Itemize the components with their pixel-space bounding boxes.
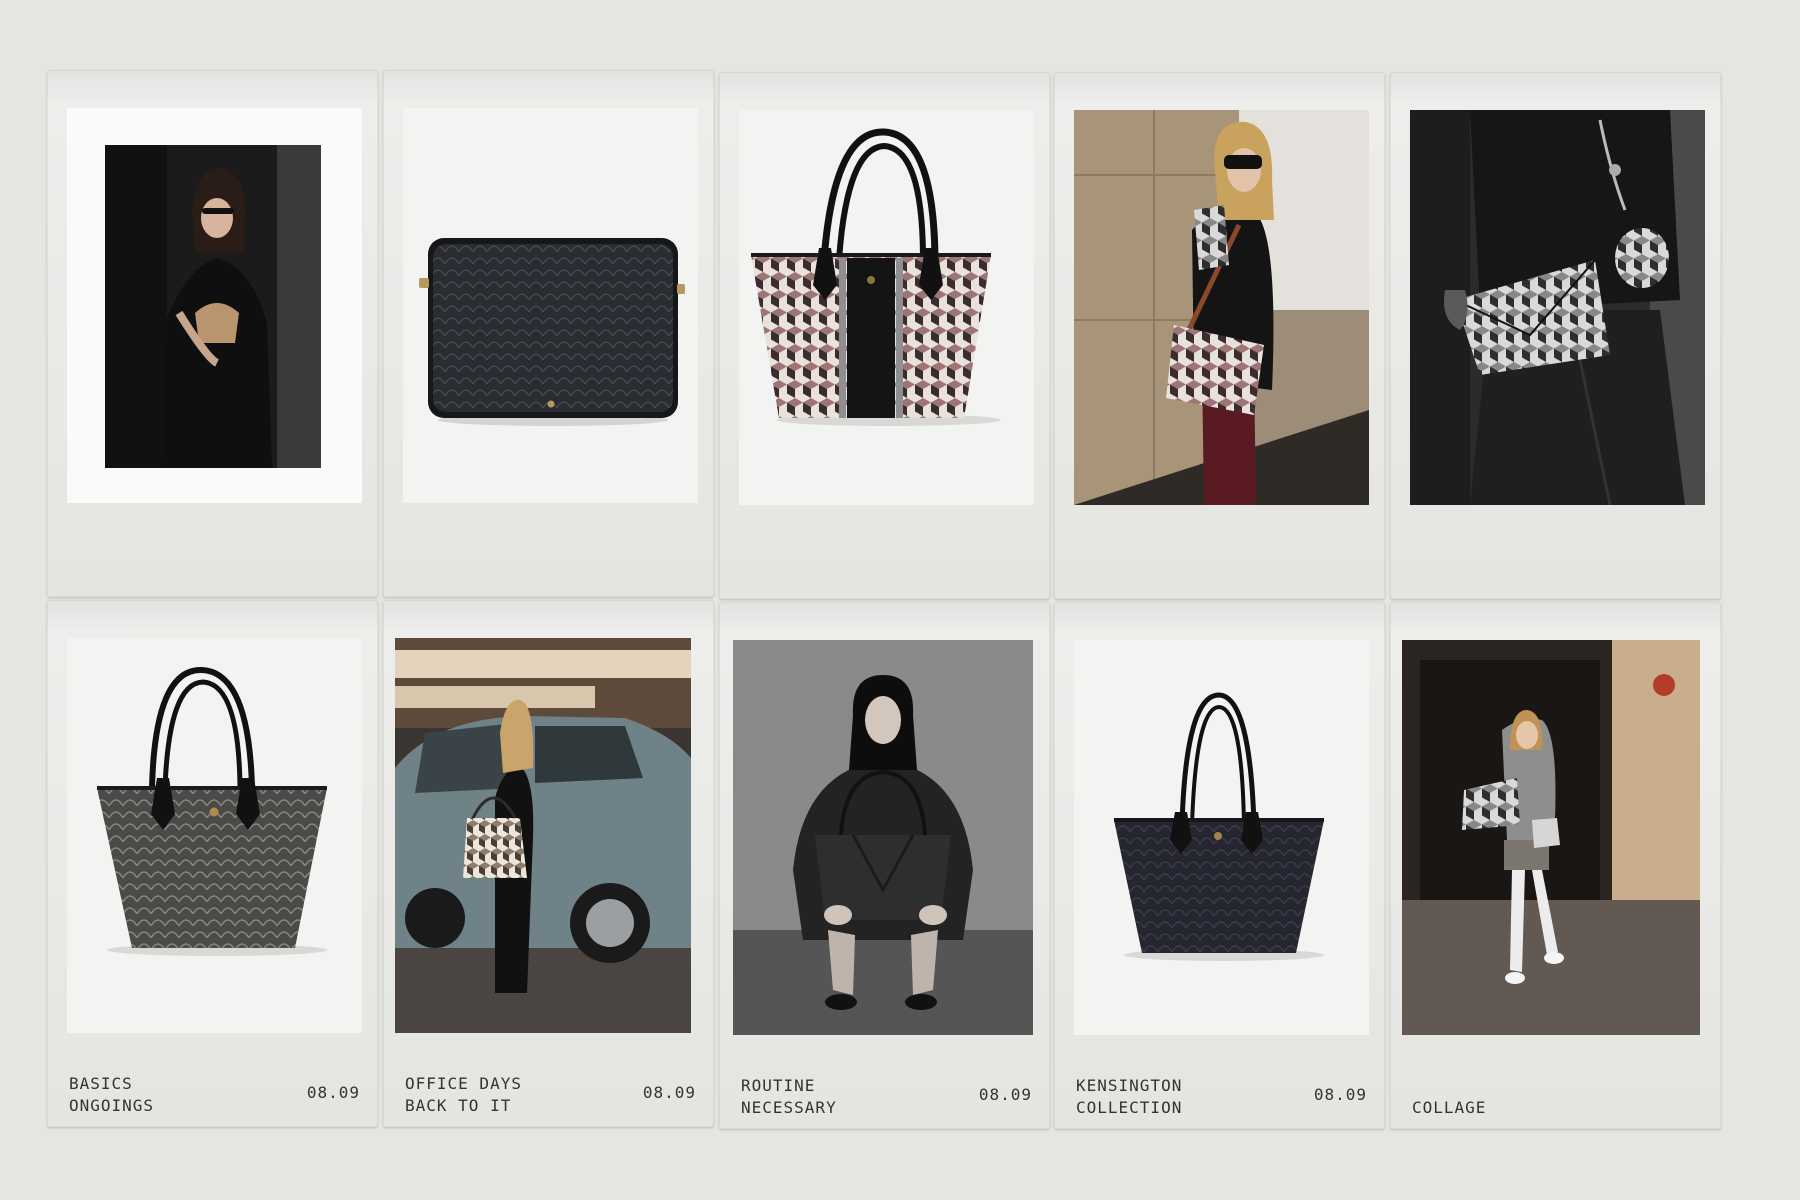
black-laptop-case-photo[interactable] bbox=[403, 108, 698, 503]
monochrome-clutch-photo[interactable] bbox=[1410, 110, 1705, 505]
caption-line-2: COLLECTION bbox=[1076, 1098, 1183, 1117]
caption-line-1: COLLAGE bbox=[1412, 1098, 1487, 1117]
card-caption: OFFICE DAYS BACK TO IT 08.09 bbox=[405, 1073, 696, 1117]
caption-line-2: NECESSARY bbox=[741, 1098, 837, 1117]
caption-title: COLLAGE bbox=[1412, 1097, 1486, 1119]
card-caption: BASICS ONGOINGS 08.09 bbox=[69, 1073, 360, 1117]
grey-tote-bag-photo[interactable] bbox=[67, 638, 362, 1033]
polaroid-card[interactable]: BASICS ONGOINGS 08.09 bbox=[47, 600, 378, 1127]
caption-title: ROUTINE NECESSARY bbox=[741, 1075, 837, 1119]
woman-walking-street-photo[interactable] bbox=[1402, 640, 1700, 1035]
woman-crouching-with-tote-photo[interactable] bbox=[733, 640, 1033, 1035]
card-caption bbox=[1076, 580, 1367, 589]
polaroid-card[interactable] bbox=[719, 72, 1050, 599]
caption-line-1: OFFICE DAYS bbox=[405, 1074, 522, 1093]
caption-date: 08.09 bbox=[306, 1083, 360, 1102]
woman-with-tan-bag-photo[interactable] bbox=[67, 108, 362, 503]
polaroid-card[interactable]: KENSINGTON COLLECTION 08.09 bbox=[1054, 602, 1385, 1129]
caption-date: 08.09 bbox=[1313, 1085, 1367, 1104]
card-caption bbox=[1412, 580, 1703, 589]
card-caption bbox=[741, 580, 1032, 589]
polaroid-card[interactable]: OFFICE DAYS BACK TO IT 08.09 bbox=[383, 600, 714, 1127]
woman-at-car-photo[interactable] bbox=[395, 638, 691, 1033]
caption-line-1: BASICS bbox=[69, 1074, 133, 1093]
caption-title: KENSINGTON COLLECTION bbox=[1076, 1075, 1182, 1119]
polaroid-card[interactable]: COLLAGE bbox=[1390, 602, 1721, 1129]
caption-line-1: KENSINGTON bbox=[1076, 1076, 1183, 1095]
caption-date: 08.09 bbox=[642, 1083, 696, 1102]
card-caption bbox=[69, 578, 360, 587]
caption-line-1: ROUTINE bbox=[741, 1076, 816, 1095]
polaroid-card[interactable] bbox=[1390, 72, 1721, 599]
navy-tote-bag-photo[interactable] bbox=[1074, 640, 1369, 1035]
striped-tote-bag-photo[interactable] bbox=[739, 110, 1034, 505]
woman-with-crossbody-bag-photo[interactable] bbox=[1074, 110, 1369, 505]
card-caption: COLLAGE bbox=[1412, 1097, 1703, 1119]
polaroid-card[interactable] bbox=[383, 70, 714, 597]
polaroid-card[interactable]: ROUTINE NECESSARY 08.09 bbox=[719, 602, 1050, 1129]
polaroid-card[interactable] bbox=[47, 70, 378, 597]
caption-title: BASICS ONGOINGS bbox=[69, 1073, 154, 1117]
polaroid-card[interactable] bbox=[1054, 72, 1385, 599]
card-caption bbox=[405, 578, 696, 587]
caption-date: 08.09 bbox=[978, 1085, 1032, 1104]
caption-line-2: BACK TO IT bbox=[405, 1096, 512, 1115]
card-caption: ROUTINE NECESSARY 08.09 bbox=[741, 1075, 1032, 1119]
caption-line-2: ONGOINGS bbox=[69, 1096, 155, 1115]
caption-title: OFFICE DAYS BACK TO IT bbox=[405, 1073, 522, 1117]
card-caption: KENSINGTON COLLECTION 08.09 bbox=[1076, 1075, 1367, 1119]
